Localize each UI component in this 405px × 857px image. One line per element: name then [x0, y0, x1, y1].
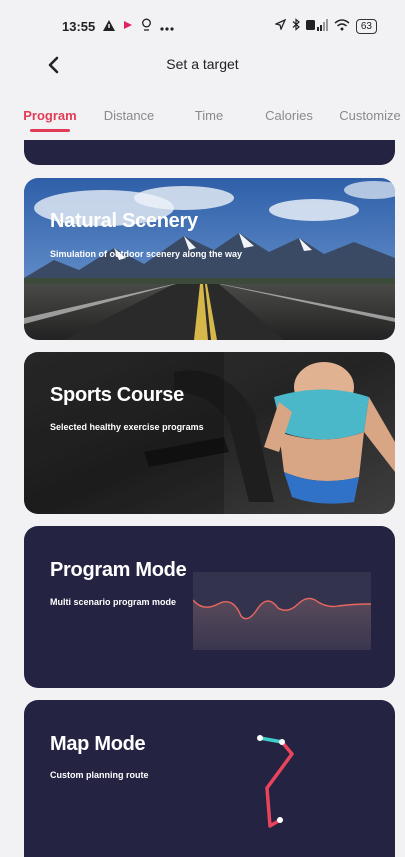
tab-calories[interactable]: Calories [265, 108, 313, 123]
card-title: Sports Course [50, 384, 184, 406]
tab-program[interactable]: Program [23, 108, 76, 123]
sports-image [24, 352, 395, 514]
card-map-mode[interactable]: Map Mode Custom planning route [24, 700, 395, 857]
battery-indicator: 63 [355, 18, 377, 34]
tab-customize[interactable]: Customize [339, 108, 400, 123]
wifi-icon [334, 18, 350, 34]
signal-icon [305, 18, 328, 34]
card-title: Map Mode [50, 733, 146, 755]
partial-card[interactable] [24, 140, 395, 165]
status-time: 13:55 [62, 18, 96, 34]
card-subtitle: Custom planning route [50, 770, 149, 780]
card-title: Program Mode [50, 559, 187, 581]
warning-icon [103, 19, 116, 34]
more-icon [160, 19, 174, 34]
tab-bar: Program Distance Time Calories Customize [0, 100, 405, 140]
page-title: Set a target [166, 56, 239, 72]
status-bar: 13:55 63 [0, 0, 405, 52]
bluetooth-icon [292, 18, 300, 34]
nav-arrow-icon [273, 18, 287, 33]
card-natural-scenery[interactable]: Natural Scenery Simulation of outdoor sc… [24, 178, 395, 340]
header: Set a target [0, 52, 405, 82]
card-subtitle: Simulation of outdoor scenery along the … [50, 249, 243, 259]
card-program-mode[interactable]: Program Mode Multi scenario program mode [24, 526, 395, 688]
card-subtitle: Multi scenario program mode [50, 597, 177, 607]
scenery-image [24, 178, 395, 340]
route-icon [257, 735, 294, 828]
tab-indicator [30, 129, 70, 132]
flag-icon [123, 19, 133, 34]
card-title: Natural Scenery [50, 210, 198, 232]
location-pin-icon [141, 18, 152, 34]
tab-distance[interactable]: Distance [104, 108, 155, 123]
program-graph-icon [193, 572, 371, 650]
tab-time[interactable]: Time [195, 108, 223, 123]
card-subtitle: Selected healthy exercise programs [50, 422, 204, 432]
card-sports-course[interactable]: Sports Course Selected healthy exercise … [24, 352, 395, 514]
